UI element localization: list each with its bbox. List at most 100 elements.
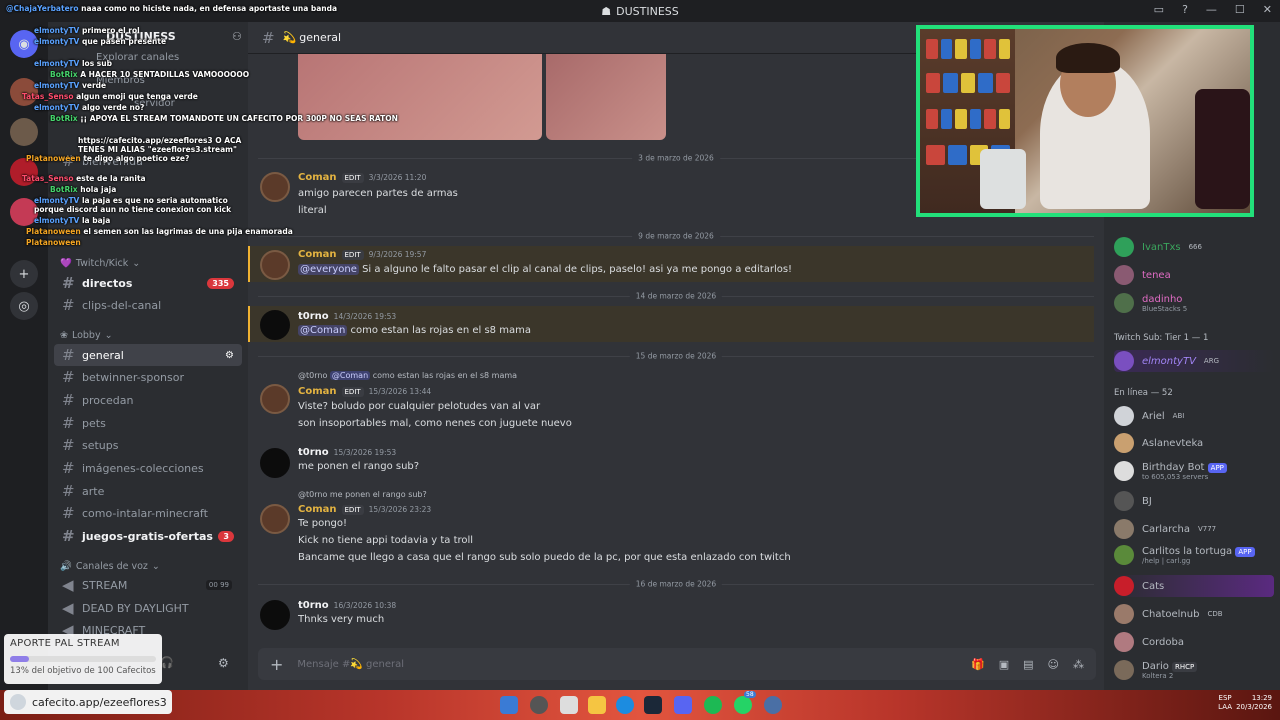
channel-label: pets (82, 416, 106, 430)
member-item[interactable]: Carlitos la tortuga APP/help | carl.gg (1114, 544, 1274, 566)
category-voice[interactable]: 🔊 Canales de voz ⌄ (60, 561, 160, 572)
category-lobby[interactable]: ❀ Lobby ⌄ (60, 330, 113, 341)
channel-clips[interactable]: # clips-del-canal (54, 294, 242, 316)
gif-icon[interactable]: ▣ (999, 658, 1009, 671)
avatar[interactable] (260, 504, 290, 534)
emoji-icon[interactable]: ☺ (1048, 658, 1059, 671)
mention[interactable]: @everyone (298, 264, 359, 275)
system-clock[interactable]: 13:29 20/3/2026 (1236, 694, 1272, 712)
chevron-down-icon: ⌄ (151, 561, 160, 572)
channel-betwinner[interactable]: # betwinner-sponsor (54, 366, 242, 388)
language-indicator[interactable]: ESP LAA (1218, 694, 1232, 712)
username[interactable]: t0rno (298, 600, 329, 611)
reply-preview[interactable]: @t0rno @Coman como estan las rojas en el… (298, 371, 517, 380)
voice-stream[interactable]: ◀ STREAM 00 99 (54, 574, 242, 596)
avatar[interactable] (260, 600, 290, 630)
member-item[interactable]: Carlarcha V777 (1114, 518, 1274, 540)
image-attachment[interactable] (546, 54, 666, 140)
timestamp: 15/3/2026 19:53 (333, 448, 397, 457)
date-divider: 14 de marzo de 2026 (258, 291, 1094, 301)
user-settings-icon[interactable]: ⚙ (218, 656, 229, 670)
help-icon[interactable]: ? (1182, 3, 1188, 16)
member-item[interactable]: Ariel ABI (1114, 405, 1274, 427)
search-icon[interactable] (530, 696, 548, 714)
task-view-icon[interactable] (560, 696, 578, 714)
hash-icon: # (62, 274, 75, 292)
add-attachment-icon[interactable]: + (270, 655, 283, 674)
image-attachment[interactable] (298, 54, 542, 140)
message[interactable]: @t0rno @Coman como estan las rojas en el… (248, 368, 1094, 434)
discover-icon[interactable]: ◎ (10, 292, 38, 320)
member-item[interactable]: dadinho BlueStacks 5 (1114, 292, 1274, 314)
avatar[interactable] (260, 384, 290, 414)
message[interactable]: t0rno 14/3/2026 19:53 @Coman como estan l… (248, 308, 1094, 342)
category-label: Twitch/Kick (75, 258, 129, 269)
channel-procedan[interactable]: # procedan (54, 389, 242, 411)
start-icon[interactable] (500, 696, 518, 714)
sticker-icon[interactable]: ▤ (1023, 658, 1033, 671)
message-input[interactable]: Mensaje #💫 general (297, 659, 971, 670)
channel-juegos[interactable]: # juegos-gratis-ofertas 3 (54, 525, 242, 547)
channel-setups[interactable]: # setups (54, 434, 242, 456)
member-item[interactable]: Dario RHCP Koltera 2 (1114, 659, 1274, 681)
discord-taskbar-icon[interactable] (674, 696, 692, 714)
member-item[interactable]: Cordoba (1114, 631, 1274, 653)
member-name: tenea (1142, 269, 1171, 281)
username[interactable]: Coman (298, 249, 337, 260)
member-item[interactable]: Birthday Bot APP to 605,053 servers (1114, 460, 1274, 482)
mention[interactable]: @Coman (298, 325, 348, 336)
settings-icon[interactable]: ⚙ (225, 350, 234, 361)
username[interactable]: t0rno (298, 447, 329, 458)
inbox-icon[interactable]: ▭ (1154, 3, 1164, 16)
member-item[interactable]: tenea (1114, 264, 1274, 286)
channel-pets[interactable]: # pets (54, 412, 242, 434)
channel-general[interactable]: # general ⚙ (54, 344, 242, 366)
member-item[interactable]: Chatoelnub CDB (1114, 603, 1274, 625)
gift-icon[interactable]: 🎁 (971, 658, 985, 671)
username[interactable]: t0rno (298, 311, 329, 322)
file-explorer-icon[interactable] (588, 696, 606, 714)
channel-imagenes[interactable]: # imágenes-colecciones (54, 457, 242, 479)
spotify-icon[interactable] (704, 696, 722, 714)
channel-directos[interactable]: # directos 335 (54, 272, 242, 294)
member-item[interactable]: IvanTxs 666 (1114, 236, 1274, 258)
message[interactable]: @t0rno me ponen el rango sub? Coman EDIT 1… (248, 488, 1094, 568)
channel-label: procedan (82, 393, 134, 407)
username[interactable]: Coman (298, 386, 337, 397)
member-item[interactable]: elmontyTV ARG (1114, 350, 1274, 372)
steam-icon[interactable] (644, 696, 662, 714)
username[interactable]: Coman (298, 172, 337, 183)
avatar[interactable] (260, 448, 290, 478)
message[interactable]: Coman EDIT 9/3/2026 19:57 @everyone Si a a… (248, 248, 1094, 282)
headphones-icon[interactable]: 🎧 (160, 656, 174, 669)
member-item[interactable]: Cats (1114, 575, 1274, 597)
member-item[interactable]: BJ (1114, 490, 1274, 512)
reply-preview[interactable]: @t0rno me ponen el rango sub? (298, 490, 427, 499)
app-icon[interactable] (764, 696, 782, 714)
message-composer[interactable]: + Mensaje #💫 general 🎁 ▣ ▤ ☺ ⁂ (258, 648, 1096, 680)
message[interactable]: t0rno 15/3/2026 19:53 me ponen el rango s… (248, 446, 1094, 480)
maximize-button[interactable]: ☐ (1235, 3, 1245, 16)
chat-line: elmontyTV algo verde no? (34, 103, 145, 112)
voice-dbd[interactable]: ◀ DEAD BY DAYLIGHT (54, 597, 242, 619)
chat-line: elmontyTV verde (34, 81, 107, 90)
member-name: IvanTxs (1142, 241, 1181, 253)
whatsapp-icon[interactable]: 58 (734, 691, 756, 714)
member-item[interactable]: Aslanevteka (1114, 432, 1274, 454)
minimize-button[interactable]: — (1206, 3, 1217, 16)
avatar[interactable] (260, 310, 290, 340)
message[interactable]: t0rno 16/3/2026 10:38 Thnks very much (248, 598, 1094, 632)
message-header: Coman EDIT 9/3/2026 19:57 (298, 249, 426, 260)
add-server-icon[interactable]: + (10, 260, 38, 288)
member-name: Ariel (1142, 410, 1165, 422)
apps-icon[interactable]: ⁂ (1073, 658, 1084, 671)
close-button[interactable]: ✕ (1263, 3, 1272, 16)
channel-arte[interactable]: # arte (54, 480, 242, 502)
avatar[interactable] (260, 172, 290, 202)
heart-icon: 💜 (60, 258, 72, 269)
channel-minecraft-guide[interactable]: # como-intalar-minecraft (54, 502, 242, 524)
username[interactable]: Coman (298, 504, 337, 515)
category-twitch[interactable]: 💜 Twitch/Kick ⌄ (60, 258, 140, 269)
avatar[interactable] (260, 250, 290, 280)
edge-icon[interactable] (616, 696, 634, 714)
